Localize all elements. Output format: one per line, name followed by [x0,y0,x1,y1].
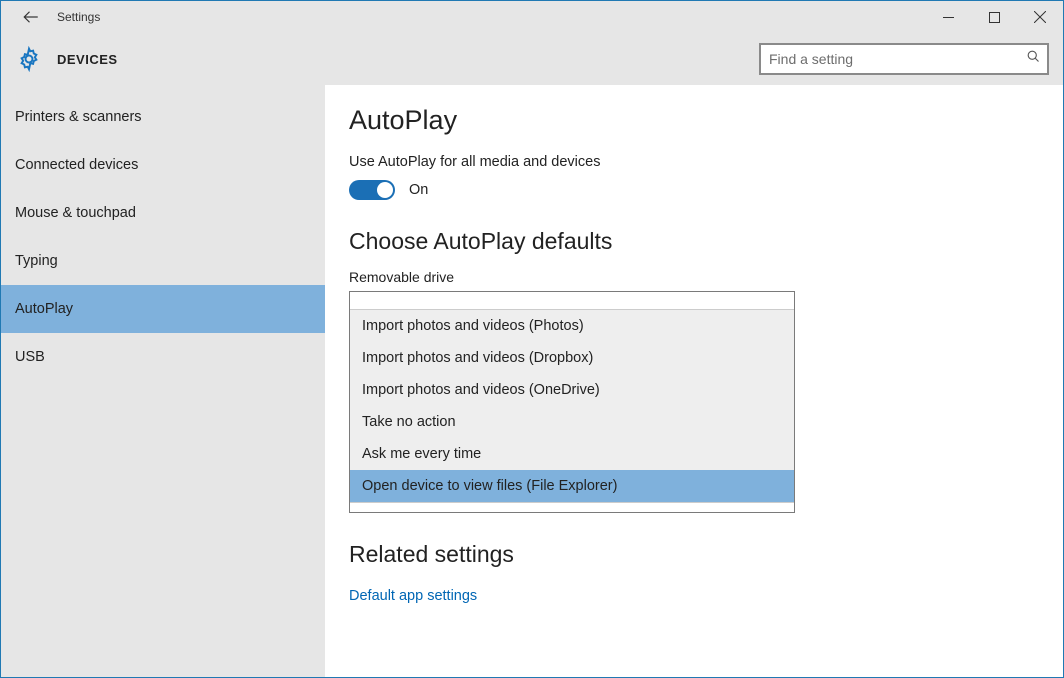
main-panel: AutoPlay Use AutoPlay for all media and … [325,85,1063,677]
search-box[interactable] [759,43,1049,75]
option-label: Take no action [362,414,456,430]
header: DEVICES [1,33,1063,85]
sidebar-item-connected-devices[interactable]: Connected devices [1,141,325,189]
removable-drive-label: Removable drive [349,269,1039,285]
autoplay-toggle-row: On [349,180,1039,200]
dropdown-option[interactable]: Take no action [350,406,794,438]
removable-drive-dropdown[interactable]: Import photos and videos (Photos) Import… [349,291,795,513]
dropdown-option[interactable]: Import photos and videos (Dropbox) [350,342,794,374]
sidebar-item-printers[interactable]: Printers & scanners [1,93,325,141]
dropdown-option[interactable]: Import photos and videos (Photos) [350,310,794,342]
dropdown-selected-area [350,292,794,310]
dropdown-option[interactable]: Ask me every time [350,438,794,470]
settings-window: Settings DEVICES [0,0,1064,678]
autoplay-toggle-caption: Use AutoPlay for all media and devices [349,154,1039,170]
window-title: Settings [57,10,100,24]
default-app-settings-link[interactable]: Default app settings [349,588,477,604]
sidebar-item-typing[interactable]: Typing [1,237,325,285]
sidebar: Printers & scanners Connected devices Mo… [1,85,325,677]
sidebar-item-label: Printers & scanners [15,109,142,125]
close-button[interactable] [1017,2,1063,32]
header-left: DEVICES [15,45,118,73]
sidebar-item-autoplay[interactable]: AutoPlay [1,285,325,333]
related-heading: Related settings [349,541,1039,568]
dropdown-option[interactable]: Import photos and videos (OneDrive) [350,374,794,406]
gear-icon [15,45,43,73]
autoplay-toggle[interactable] [349,180,395,200]
search-input[interactable] [769,51,1026,67]
page-title: AutoPlay [349,105,1039,136]
section-title: DEVICES [57,52,118,67]
sidebar-item-label: Connected devices [15,157,138,173]
sidebar-item-label: Mouse & touchpad [15,205,136,221]
sidebar-item-mouse-touchpad[interactable]: Mouse & touchpad [1,189,325,237]
option-label: Ask me every time [362,446,481,462]
dropdown-footer [350,502,794,512]
content-body: Printers & scanners Connected devices Mo… [1,85,1063,677]
sidebar-item-label: USB [15,349,45,365]
option-label: Import photos and videos (Dropbox) [362,350,593,366]
dropdown-option[interactable]: Open device to view files (File Explorer… [350,470,794,502]
titlebar: Settings [1,1,1063,33]
dropdown-list: Import photos and videos (Photos) Import… [350,310,794,502]
sidebar-item-label: Typing [15,253,58,269]
minimize-button[interactable] [925,2,971,32]
option-label: Open device to view files (File Explorer… [362,478,617,494]
option-label: Import photos and videos (OneDrive) [362,382,600,398]
window-controls [925,2,1063,32]
titlebar-left: Settings [1,5,100,29]
search-icon [1026,49,1041,69]
maximize-button[interactable] [971,2,1017,32]
toggle-knob [377,182,393,198]
option-label: Import photos and videos (Photos) [362,318,584,334]
sidebar-item-label: AutoPlay [15,301,73,317]
sidebar-item-usb[interactable]: USB [1,333,325,381]
toggle-state-label: On [409,182,428,198]
back-button[interactable] [19,5,43,29]
defaults-heading: Choose AutoPlay defaults [349,228,1039,255]
